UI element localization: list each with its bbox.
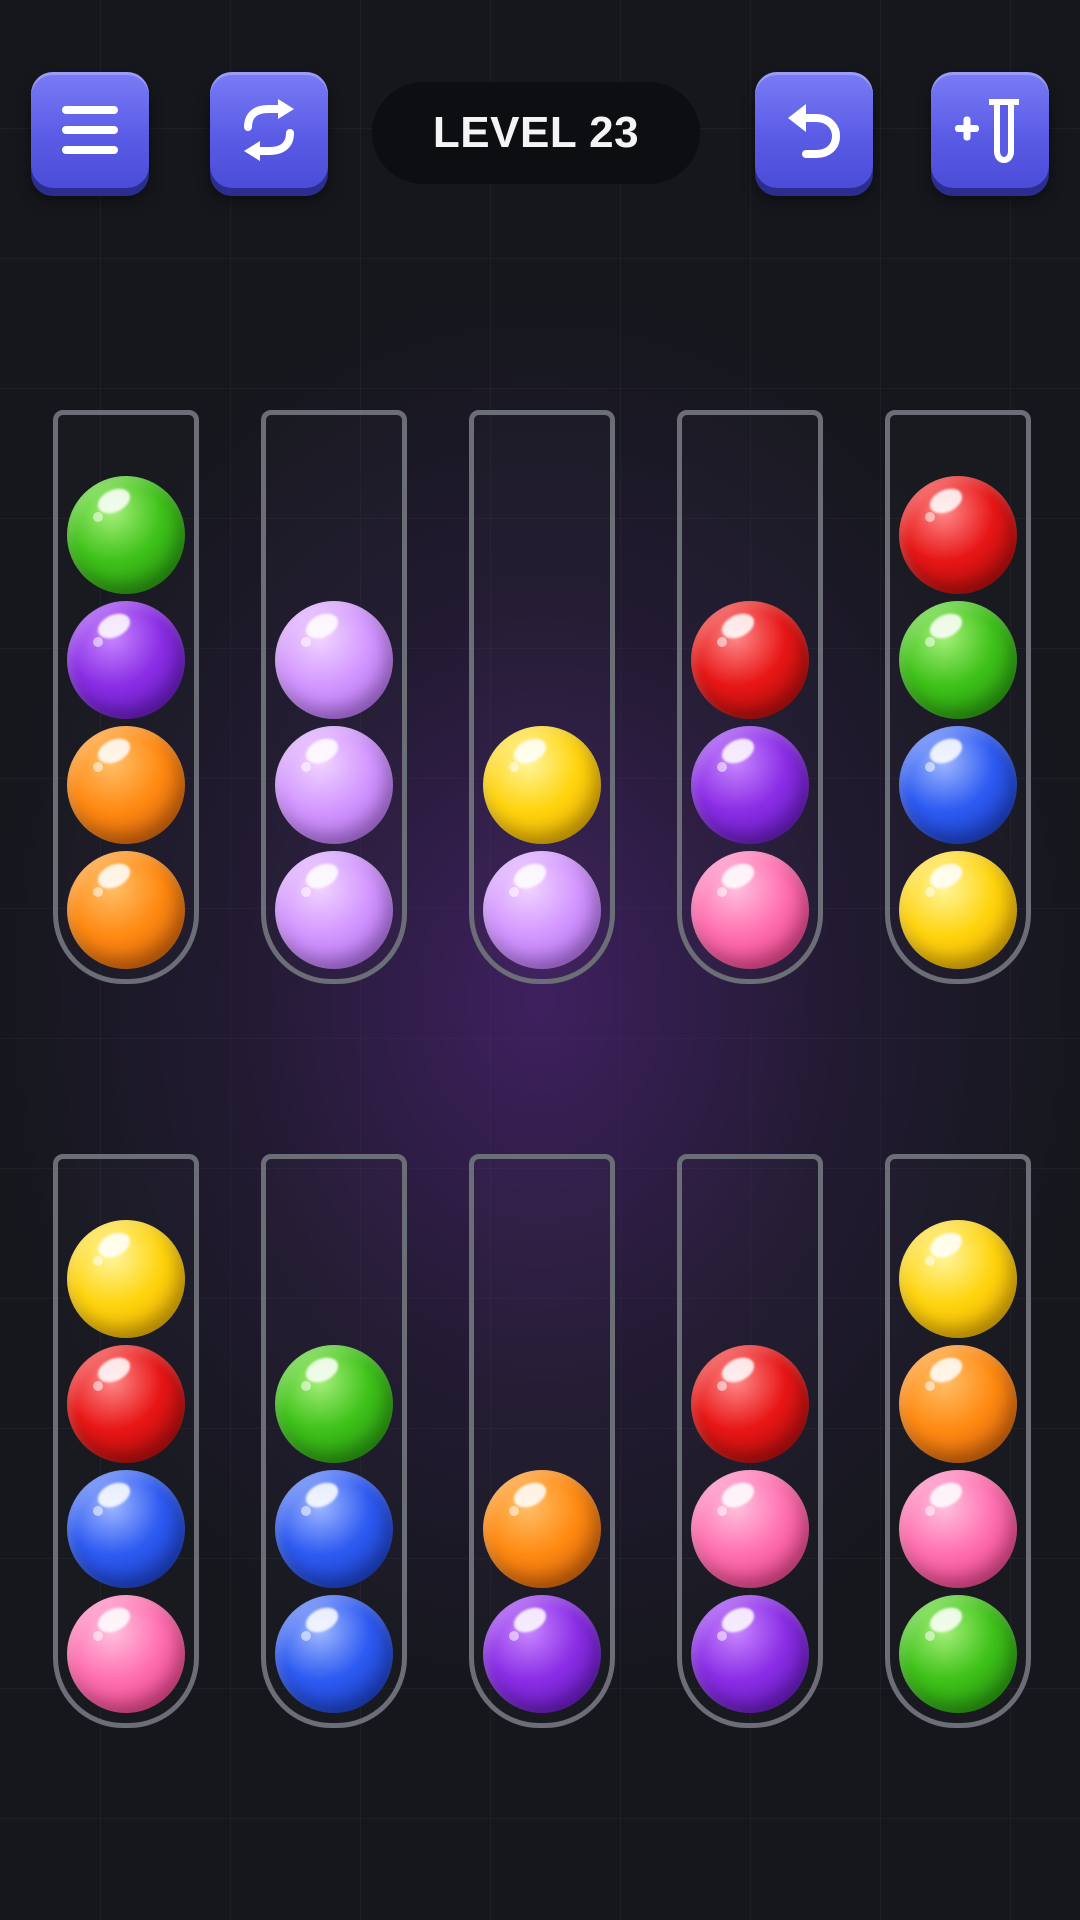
ball-highlight-dot	[717, 887, 727, 897]
ball-highlight-dot	[717, 762, 727, 772]
ball-purple	[483, 1595, 601, 1713]
add-tube-button[interactable]	[931, 72, 1049, 188]
ball-pink	[67, 1595, 185, 1713]
ball-yellow	[899, 851, 1017, 969]
tube[interactable]	[885, 1154, 1031, 1728]
ball-orange	[67, 726, 185, 844]
tube[interactable]	[53, 410, 199, 984]
ball-highlight-dot	[925, 1631, 935, 1641]
ball-orange	[67, 851, 185, 969]
ball-highlight-dot	[925, 1381, 935, 1391]
restart-button[interactable]	[210, 72, 328, 188]
ball-highlight-dot	[301, 637, 311, 647]
ball-green	[899, 1595, 1017, 1713]
ball-green	[899, 601, 1017, 719]
tube[interactable]	[469, 410, 615, 984]
ball-highlight-dot	[301, 1506, 311, 1516]
ball-red	[899, 476, 1017, 594]
ball-lilac	[275, 601, 393, 719]
ball-highlight-dot	[301, 1381, 311, 1391]
tube[interactable]	[677, 1154, 823, 1728]
tube[interactable]	[261, 410, 407, 984]
ball-green	[67, 476, 185, 594]
ball-highlight-dot	[93, 1256, 103, 1266]
tube[interactable]	[677, 410, 823, 984]
ball-green	[275, 1345, 393, 1463]
ball-yellow	[483, 726, 601, 844]
ball-orange	[899, 1345, 1017, 1463]
ball-highlight-dot	[93, 512, 103, 522]
ball-red	[691, 601, 809, 719]
ball-highlight-dot	[717, 637, 727, 647]
ball-pink	[691, 1470, 809, 1588]
ball-blue	[67, 1470, 185, 1588]
ball-highlight-dot	[509, 1506, 519, 1516]
ball-lilac	[275, 726, 393, 844]
level-indicator: LEVEL 23	[372, 82, 700, 184]
ball-orange	[483, 1470, 601, 1588]
tube[interactable]	[885, 410, 1031, 984]
ball-highlight-dot	[925, 1256, 935, 1266]
ball-highlight-dot	[717, 1381, 727, 1391]
restart-icon	[244, 99, 294, 161]
ball-highlight-dot	[301, 1631, 311, 1641]
ball-lilac	[483, 851, 601, 969]
ball-highlight-dot	[509, 1631, 519, 1641]
ball-highlight-dot	[93, 887, 103, 897]
menu-icon	[62, 106, 118, 154]
ball-highlight-dot	[93, 637, 103, 647]
ball-red	[67, 1345, 185, 1463]
ball-highlight-dot	[93, 762, 103, 772]
ball-yellow	[67, 1220, 185, 1338]
ball-highlight-dot	[301, 887, 311, 897]
ball-highlight-dot	[301, 762, 311, 772]
ball-pink	[691, 851, 809, 969]
ball-highlight-dot	[93, 1631, 103, 1641]
ball-highlight-dot	[509, 887, 519, 897]
ball-lilac	[275, 851, 393, 969]
ball-blue	[275, 1470, 393, 1588]
level-label: LEVEL 23	[432, 108, 640, 157]
ball-highlight-dot	[93, 1506, 103, 1516]
ball-yellow	[899, 1220, 1017, 1338]
ball-highlight-dot	[717, 1506, 727, 1516]
ball-pink	[899, 1470, 1017, 1588]
ball-highlight-dot	[717, 1631, 727, 1641]
ball-highlight-dot	[925, 762, 935, 772]
ball-highlight-dot	[925, 1506, 935, 1516]
tube[interactable]	[53, 1154, 199, 1728]
ball-red	[691, 1345, 809, 1463]
menu-button[interactable]	[31, 72, 149, 188]
ball-purple	[691, 726, 809, 844]
undo-icon	[788, 104, 841, 158]
ball-highlight-dot	[509, 762, 519, 772]
tube[interactable]	[469, 1154, 615, 1728]
add-tube-icon	[955, 99, 1019, 163]
ball-highlight-dot	[925, 637, 935, 647]
ball-highlight-dot	[925, 512, 935, 522]
ball-highlight-dot	[93, 1381, 103, 1391]
ball-purple	[691, 1595, 809, 1713]
ball-purple	[67, 601, 185, 719]
ball-blue	[899, 726, 1017, 844]
ball-blue	[275, 1595, 393, 1713]
ball-highlight-dot	[925, 887, 935, 897]
tube[interactable]	[261, 1154, 407, 1728]
undo-button[interactable]	[755, 72, 873, 188]
